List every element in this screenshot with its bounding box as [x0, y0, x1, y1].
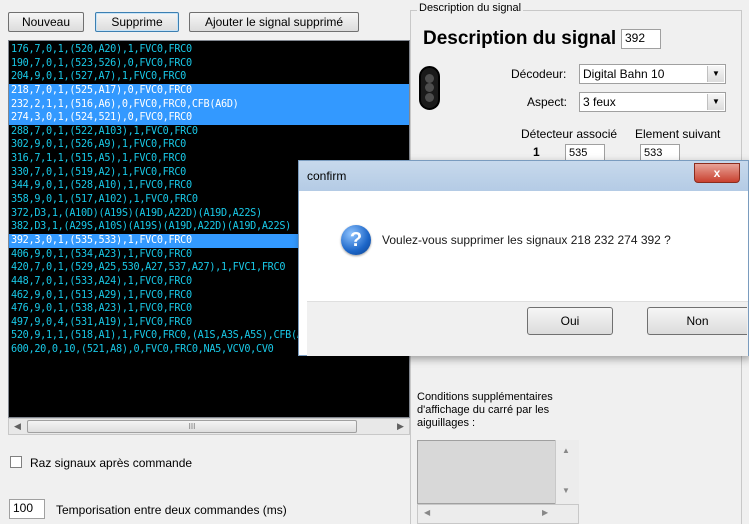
raz-signaux-label: Raz signaux après commande [30, 456, 193, 470]
scroll-thumb-grip: III [188, 422, 196, 431]
list-item[interactable]: 204,9,0,1,(527,A7),1,FVC0,FRC0 [9, 70, 409, 84]
conditions-vertical-scrollbar[interactable]: ▲ ▼ [555, 440, 579, 504]
raz-signaux-checkbox[interactable] [10, 456, 22, 468]
dialog-titlebar[interactable]: confirm x [299, 161, 748, 191]
list-item[interactable]: 302,9,0,1,(526,A9),1,FVC0,FRC0 [9, 138, 409, 152]
question-icon: ? [341, 225, 371, 255]
chevron-down-icon[interactable]: ▼ [707, 66, 724, 82]
scroll-right-arrow-icon[interactable]: ▶ [542, 508, 548, 517]
list-item[interactable]: 288,7,0,1,(522,A103),1,FVC0,FRC0 [9, 125, 409, 139]
dialog-message: Voulez-vous supprimer les signaux 218 23… [382, 233, 671, 247]
signal-number-input[interactable]: 392 [621, 29, 661, 49]
detecteur-associe-label: Détecteur associé [521, 127, 618, 141]
oui-button[interactable]: Oui [527, 307, 613, 335]
decodeur-label: Décodeur: [511, 67, 567, 81]
supprime-button[interactable]: Supprime [95, 12, 179, 32]
list-item[interactable]: 190,7,0,1,(523,526),0,FVC0,FRC0 [9, 57, 409, 71]
scroll-right-arrow-icon[interactable]: ▶ [392, 419, 409, 434]
list-horizontal-scrollbar[interactable]: ◀ III ▶ [8, 418, 410, 435]
list-item[interactable]: 176,7,0,1,(520,A20),1,FVC0,FRC0 [9, 43, 409, 57]
temporisation-input[interactable]: 100 [9, 499, 45, 519]
non-button[interactable]: Non [647, 307, 747, 335]
close-icon[interactable]: x [694, 163, 740, 183]
signal-lamp-icon [419, 66, 440, 110]
decodeur-select[interactable]: Digital Bahn 10 ▼ [579, 64, 726, 84]
row-index-label: 1 [533, 145, 540, 159]
list-item[interactable]: 274,3,0,1,(524,521),0,FVC0,FRC0 [9, 111, 409, 125]
chevron-down-icon[interactable]: ▼ [707, 94, 724, 110]
aspect-select[interactable]: 3 feux ▼ [579, 92, 726, 112]
nouveau-button[interactable]: Nouveau [8, 12, 84, 32]
element-suivant-label: Element suivant [635, 127, 721, 141]
conditions-horizontal-scrollbar[interactable]: ◀ ▶ [417, 504, 579, 524]
confirm-dialog: confirm x ? Voulez-vous supprimer les si… [298, 160, 749, 356]
decodeur-value: Digital Bahn 10 [583, 67, 665, 81]
scroll-up-arrow-icon[interactable]: ▲ [562, 446, 570, 455]
scroll-left-arrow-icon[interactable]: ◀ [9, 419, 26, 434]
aspect-label: Aspect: [527, 95, 568, 109]
list-item[interactable]: 232,2,1,1,(516,A6),0,FVC0,FRC0,CFB(A6D) [9, 97, 409, 112]
conditions-label: Conditions supplémentaires d'affichage d… [417, 391, 553, 429]
description-heading: Description du signal [423, 28, 617, 49]
dialog-title: confirm [307, 169, 347, 183]
scroll-thumb[interactable]: III [27, 420, 357, 433]
temporisation-label: Temporisation entre deux commandes (ms) [56, 503, 287, 517]
scroll-left-arrow-icon[interactable]: ◀ [424, 508, 430, 517]
aspect-value: 3 feux [583, 95, 616, 109]
group-title: Description du signal [417, 2, 524, 14]
list-item[interactable]: 218,7,0,1,(525,A17),0,FVC0,FRC0 [9, 83, 409, 98]
ajouter-signal-supprime-button[interactable]: Ajouter le signal supprimé [189, 12, 359, 32]
scroll-down-arrow-icon[interactable]: ▼ [562, 486, 570, 495]
